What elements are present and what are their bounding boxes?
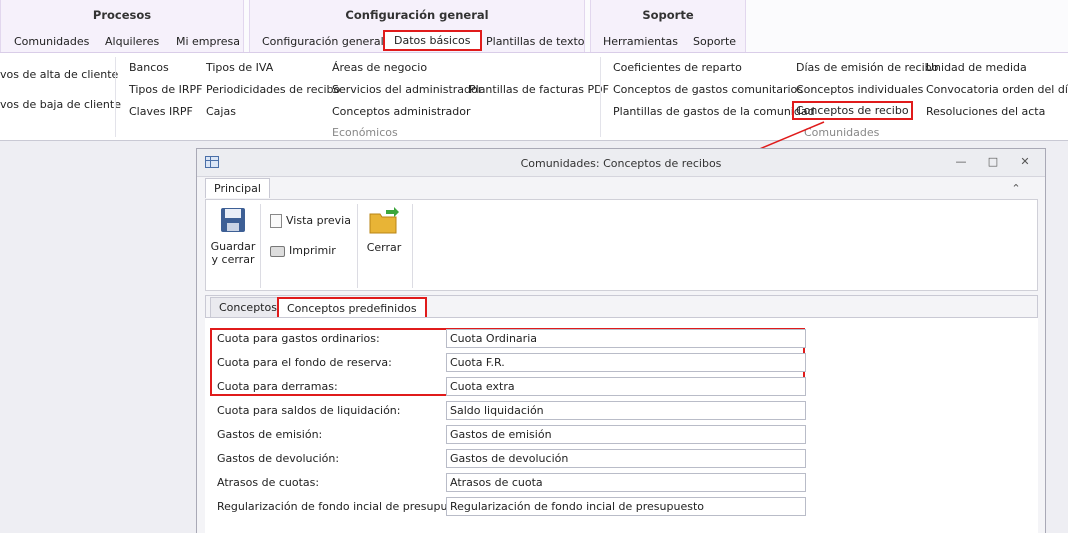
preview-label: Vista previa: [286, 214, 351, 227]
ribbon-item-dias-emision[interactable]: Días de emisión de recibo: [796, 61, 938, 74]
divider: [412, 204, 413, 288]
collapse-ribbon-icon[interactable]: ⌃: [1009, 182, 1023, 196]
printer-icon: [270, 245, 285, 257]
divider: [357, 204, 358, 288]
group-title: Soporte: [642, 8, 694, 22]
field-label: Gastos de emisión:: [217, 428, 323, 441]
ribbon-item-tipos-irpf[interactable]: Tipos de IRPF: [129, 83, 202, 96]
tab-mi-empresa[interactable]: Mi empresa: [176, 35, 240, 48]
ribbon-item-conceptos-gastos[interactable]: Conceptos de gastos comunitarios: [613, 83, 803, 96]
field-label: Regularización de fondo incial de presup…: [217, 500, 475, 513]
ribbon-item-cajas[interactable]: Cajas: [206, 105, 236, 118]
close-icon[interactable]: ✕: [1018, 155, 1032, 169]
tab-principal[interactable]: Principal: [205, 178, 270, 198]
divider: [600, 57, 601, 137]
restore-icon[interactable]: □: [986, 155, 1000, 169]
ribbon-item-coeficientes[interactable]: Coeficientes de reparto: [613, 61, 742, 74]
conceptos-recibos-window: Comunidades: Conceptos de recibos — □ ✕ …: [196, 148, 1046, 533]
ribbon-item-conceptos-individuales[interactable]: Conceptos individuales: [796, 83, 923, 96]
field-label: Cuota para gastos ordinarios:: [217, 332, 380, 345]
field-label: Cuota para saldos de liquidación:: [217, 404, 401, 417]
field-label: Gastos de devolución:: [217, 452, 340, 465]
ribbon-header: Procesos Comunidades Alquileres Mi empre…: [0, 0, 1068, 52]
tab-plantillas-texto[interactable]: Plantillas de texto: [486, 35, 585, 48]
field-input-saldos-liquidacion[interactable]: [446, 401, 806, 420]
ribbon-body: vos de alta de cliente vos de baja de cl…: [0, 52, 1068, 141]
field-input-gastos-emision[interactable]: [446, 425, 806, 444]
ribbon-item-resoluciones[interactable]: Resoluciones del acta: [926, 105, 1045, 118]
field-label: Atrasos de cuotas:: [217, 476, 320, 489]
ribbon-item-areas-negocio[interactable]: Áreas de negocio: [332, 61, 427, 74]
save-close-button[interactable]: Guardar y cerrar: [210, 206, 256, 266]
field-input-fondo-reserva[interactable]: [446, 353, 806, 372]
tab-comunidades[interactable]: Comunidades: [14, 35, 89, 48]
field-label: Cuota para el fondo de reserva:: [217, 356, 392, 369]
window-toolbar: Guardar y cerrar Vista previa Imprimir C…: [205, 199, 1038, 291]
close-button[interactable]: Cerrar: [364, 206, 404, 254]
field-input-gastos-ordinarios[interactable]: [446, 329, 806, 348]
ribbon-item-servicios-admin[interactable]: Servicios del administrador: [332, 83, 482, 96]
ribbon-item-conceptos-recibo[interactable]: Conceptos de recibo: [792, 101, 913, 120]
print-label: Imprimir: [289, 244, 336, 257]
ribbon-item-convocatoria[interactable]: Convocatoria orden del día: [926, 83, 1068, 96]
save-close-label: Guardar y cerrar: [210, 240, 256, 266]
print-button[interactable]: Imprimir: [270, 244, 336, 257]
tab-alquileres[interactable]: Alquileres: [105, 35, 159, 48]
window-title-bar: Comunidades: Conceptos de recibos — □ ✕: [197, 149, 1045, 177]
ribbon-item-plantillas-gastos[interactable]: Plantillas de gastos de la comunidad: [613, 105, 815, 118]
tab-configuracion-general[interactable]: Configuración general: [262, 35, 384, 48]
divider: [115, 57, 116, 137]
ribbon-item-claves-irpf[interactable]: Claves IRPF: [129, 105, 193, 118]
ribbon-item-conceptos-admin[interactable]: Conceptos administrador: [332, 105, 471, 118]
field-input-gastos-devolucion[interactable]: [446, 449, 806, 468]
tab-datos-basicos[interactable]: Datos básicos: [383, 30, 482, 51]
tab-soporte[interactable]: Soporte: [693, 35, 736, 48]
ribbon-item-periodicidades[interactable]: Periodicidades de recibo: [206, 83, 340, 96]
tab-herramientas[interactable]: Herramientas: [603, 35, 678, 48]
ribbon-group-procesos: Procesos Comunidades Alquileres Mi empre…: [0, 0, 244, 52]
ribbon-group-configuracion: Configuración general Configuración gene…: [249, 0, 585, 52]
preview-button[interactable]: Vista previa: [270, 214, 351, 228]
tab-conceptos[interactable]: Conceptos: [210, 297, 286, 317]
floppy-disk-icon: [221, 208, 245, 232]
ribbon-item-motivos-alta[interactable]: vos de alta de cliente: [0, 68, 118, 81]
group-title: Procesos: [92, 8, 152, 22]
ribbon-group-label-comunidades: Comunidades: [804, 126, 880, 139]
ribbon-group-label-economicos: Económicos: [332, 126, 398, 139]
field-input-derramas[interactable]: [446, 377, 806, 396]
ribbon-group-soporte: Soporte Herramientas Soporte: [590, 0, 746, 52]
field-input-atrasos-cuotas[interactable]: [446, 473, 806, 492]
ribbon-item-motivos-baja[interactable]: vos de baja de cliente: [0, 98, 121, 111]
magnifier-page-icon: [270, 214, 282, 228]
minimize-icon[interactable]: —: [954, 155, 968, 169]
ribbon-item-tipos-iva[interactable]: Tipos de IVA: [206, 61, 273, 74]
close-label: Cerrar: [366, 241, 402, 254]
field-label: Cuota para derramas:: [217, 380, 338, 393]
divider: [260, 204, 261, 288]
field-input-regularizacion[interactable]: [446, 497, 806, 516]
window-title: Comunidades: Conceptos de recibos: [520, 157, 722, 170]
ribbon-item-plantillas-facturas[interactable]: Plantillas de facturas PDF: [469, 83, 609, 96]
ribbon-item-unidad-medida[interactable]: Unidad de medida: [926, 61, 1027, 74]
ribbon-item-bancos[interactable]: Bancos: [129, 61, 169, 74]
group-title: Configuración general: [345, 8, 489, 22]
folder-exit-icon: [369, 207, 399, 234]
predefined-concepts-form: Cuota para gastos ordinarios: Cuota para…: [205, 317, 1038, 533]
